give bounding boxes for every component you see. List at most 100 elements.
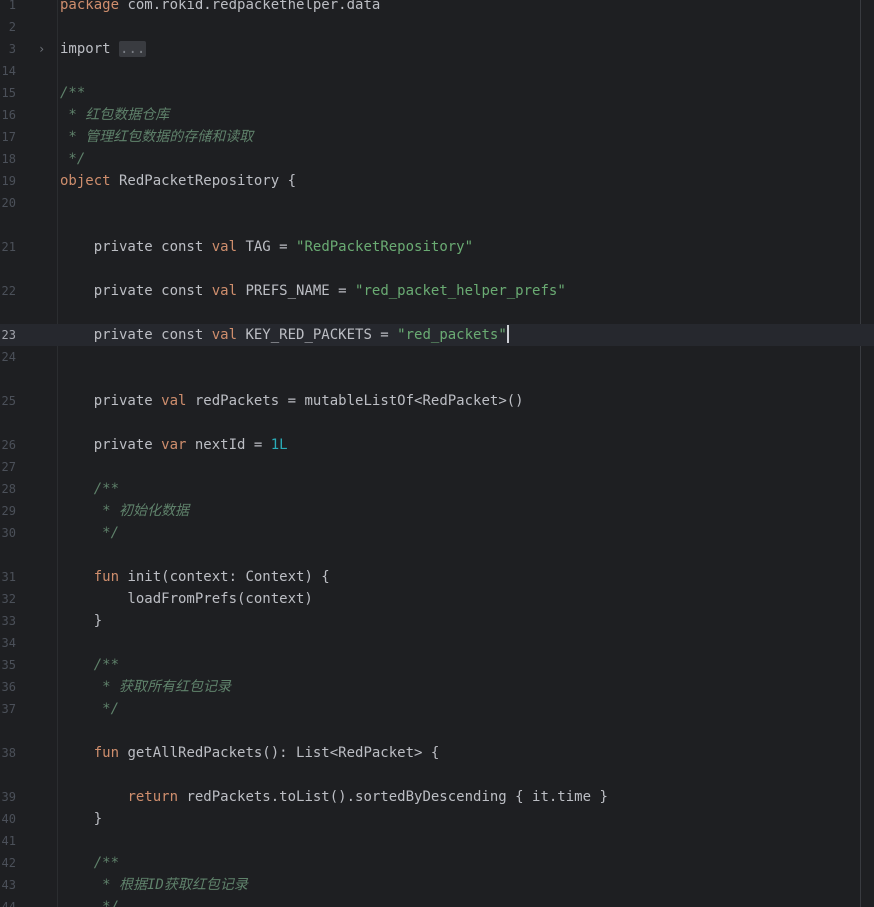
code-token: redPackets = mutableListOf<RedPacket>() — [186, 393, 524, 409]
line-number: 44 — [1, 900, 16, 907]
line-code: */ — [60, 148, 85, 170]
code-line[interactable]: 24 — [0, 346, 874, 368]
code-token: getAllRedPackets(): List<RedPacket> { — [119, 745, 440, 761]
line-number: 16 — [1, 108, 16, 122]
code-line[interactable]: 37 */ — [0, 698, 874, 720]
code-line[interactable]: 16 * 红包数据仓库 — [0, 104, 874, 126]
code-line[interactable]: 35 /** — [0, 654, 874, 676]
code-line[interactable]: 44 */ — [0, 896, 874, 907]
code-line[interactable]: 30 */ — [0, 522, 874, 544]
code-line[interactable]: 3 › import ... — [0, 38, 874, 60]
code-line[interactable]: 26 private var nextId = 1L — [0, 434, 874, 456]
code-line[interactable]: 36 * 获取所有红包记录 — [0, 676, 874, 698]
line-code: private var nextId = 1L — [60, 434, 288, 456]
code-line[interactable]: 42 /** — [0, 852, 874, 874]
code-line[interactable]: 2 — [0, 16, 874, 38]
chevron-right-icon[interactable]: › — [38, 38, 50, 60]
line-number: 38 — [1, 746, 16, 760]
code-token: loadFromPrefs(context) — [60, 591, 313, 607]
line-code: object RedPacketRepository { — [60, 170, 296, 192]
code-line[interactable]: 33 } — [0, 610, 874, 632]
code-line[interactable]: 21 private const val TAG = "RedPacketRep… — [0, 236, 874, 258]
code-line[interactable]: 18 */ — [0, 148, 874, 170]
line-number: 15 — [1, 86, 16, 100]
line-code: import ... — [60, 38, 147, 60]
code-token: nextId = — [186, 437, 271, 453]
code-line[interactable]: 43 * 根据ID获取红包记录 — [0, 874, 874, 896]
code-token: RedPacketRepository { — [110, 173, 297, 189]
line-number: 24 — [1, 350, 16, 364]
line-number: 35 — [1, 658, 16, 672]
keyword-token: package — [60, 0, 120, 13]
code-line[interactable]: 29 * 初始化数据 — [0, 500, 874, 522]
keyword-token: fun — [93, 745, 120, 761]
code-line[interactable]: 15 /** — [0, 82, 874, 104]
line-code: /** — [60, 478, 119, 500]
code-editor[interactable]: 1 package com.rokid.redpackethelper.data 2… — [0, 0, 874, 907]
code-token: private const — [60, 239, 212, 255]
code-line[interactable]: 22 private const val PREFS_NAME = "red_p… — [0, 280, 874, 302]
keyword-token: var — [161, 437, 187, 453]
code-line[interactable]: 34 — [0, 632, 874, 654]
line-code: * 红包数据仓库 — [60, 104, 169, 126]
code-token: KEY_RED_PACKETS = — [237, 327, 398, 343]
code-token: TAG = — [237, 239, 297, 255]
code-line[interactable]: 31 fun init(context: Context) { — [0, 566, 874, 588]
code-line[interactable]: 39 return redPackets.toList().sortedByDe… — [0, 786, 874, 808]
code-token: private — [60, 437, 162, 453]
code-line[interactable]: 27 — [0, 456, 874, 478]
keyword-token: val — [161, 393, 187, 409]
line-number: 21 — [1, 240, 16, 254]
line-number: 26 — [1, 438, 16, 452]
code-line[interactable]: 19 object RedPacketRepository { — [0, 170, 874, 192]
line-code: private const val KEY_RED_PACKETS = "red… — [60, 324, 509, 346]
keyword-token: val — [211, 327, 238, 343]
code-line[interactable]: 41 — [0, 830, 874, 852]
code-line[interactable]: 28 /** — [0, 478, 874, 500]
line-number: 29 — [1, 504, 16, 518]
code-line[interactable]: 17 * 管理红包数据的存储和读取 — [0, 126, 874, 148]
line-code: private val redPackets = mutableListOf<R… — [60, 390, 524, 412]
line-number: 41 — [1, 834, 16, 848]
line-code: * 管理红包数据的存储和读取 — [60, 126, 253, 148]
line-number: 40 — [1, 812, 16, 826]
comment-token: */ — [60, 151, 86, 167]
line-number: 36 — [1, 680, 16, 694]
line-number: 2 — [8, 20, 16, 34]
line-code: fun getAllRedPackets(): List<RedPacket> … — [60, 742, 440, 764]
line-code: return redPackets.toList().sortedByDesce… — [60, 786, 607, 808]
line-code: fun init(context: Context) { — [60, 566, 330, 588]
line-number: 17 — [1, 130, 16, 144]
code-line[interactable]: 32 loadFromPrefs(context) — [0, 588, 874, 610]
line-code: } — [60, 610, 102, 632]
comment-token: */ — [60, 899, 120, 907]
line-code: } — [60, 808, 102, 830]
keyword-token: fun — [93, 569, 120, 585]
line-code: /** — [60, 654, 119, 676]
code-token: private const — [60, 327, 212, 343]
comment-token: * 初始化数据 — [60, 503, 190, 519]
text-cursor — [506, 325, 509, 343]
line-number: 32 — [1, 592, 16, 606]
code-token: private — [60, 393, 162, 409]
code-token: } — [60, 613, 103, 629]
code-line[interactable]: 14 — [0, 60, 874, 82]
code-line[interactable]: 1 package com.rokid.redpackethelper.data — [0, 0, 874, 16]
line-number: 33 — [1, 614, 16, 628]
line-number: 42 — [1, 856, 16, 870]
line-number: 34 — [1, 636, 16, 650]
line-number: 31 — [1, 570, 16, 584]
code-line[interactable]: 25 private val redPackets = mutableListO… — [0, 390, 874, 412]
line-number: 25 — [1, 394, 16, 408]
comment-token: * 根据ID获取红包记录 — [60, 877, 248, 893]
code-line[interactable]: 20 — [0, 192, 874, 214]
folded-imports-placeholder[interactable]: ... — [119, 41, 147, 57]
line-code: package com.rokid.redpackethelper.data — [60, 0, 380, 16]
current-code-line[interactable]: 23 private const val KEY_RED_PACKETS = "… — [0, 324, 874, 346]
code-line[interactable]: 40 } — [0, 808, 874, 830]
code-line[interactable]: 38 fun getAllRedPackets(): List<RedPacke… — [0, 742, 874, 764]
line-number: 43 — [1, 878, 16, 892]
line-code: /** — [60, 82, 85, 104]
